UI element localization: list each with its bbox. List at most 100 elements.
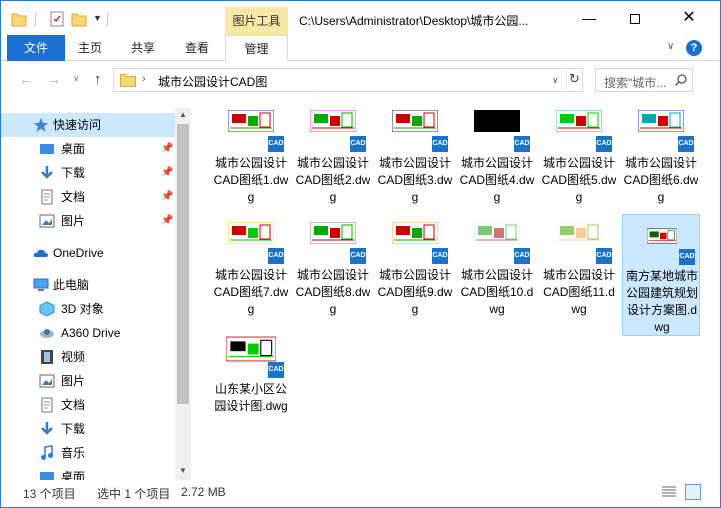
download-icon: [41, 422, 53, 435]
address-bar[interactable]: › 城市公园设计CAD图 ∨ ↻: [113, 68, 583, 92]
cad-badge-icon: CAD: [432, 248, 448, 264]
details-view-icon[interactable]: [661, 485, 677, 499]
file-item[interactable]: CAD 城市公园设计CAD图纸3.dwg: [376, 102, 454, 206]
scroll-down-icon[interactable]: ▼: [179, 466, 187, 475]
sidebar-item-desktop[interactable]: 桌面 📌: [1, 137, 175, 161]
cube-icon: [39, 301, 55, 317]
tab-file[interactable]: 文件: [7, 35, 65, 61]
sidebar-item-label: 此电脑: [53, 278, 90, 292]
recent-locations-icon[interactable]: ∨: [73, 73, 80, 84]
file-item[interactable]: CAD 南方某地城市公园建筑规划设计方案图.dwg: [622, 214, 700, 336]
breadcrumb[interactable]: 城市公园设计CAD图: [158, 73, 267, 90]
file-name: 城市公园设计CAD图纸9.dwg: [377, 268, 453, 316]
breadcrumb-chevron-icon[interactable]: ›: [142, 73, 146, 85]
large-icons-view-icon[interactable]: [685, 484, 701, 500]
sidebar-item-label: 图片: [61, 214, 86, 228]
sidebar-item-3d-objects[interactable]: 3D 对象: [1, 297, 175, 321]
file-thumbnail-icon: [638, 110, 684, 132]
file-name: 城市公园设计CAD图纸3.dwg: [377, 156, 453, 204]
sidebar-item-downloads[interactable]: 下载 📌: [1, 161, 175, 185]
minimize-button[interactable]: —: [566, 1, 612, 35]
file-item[interactable]: CAD 山东某小区公园设计图.dwg: [212, 328, 290, 432]
file-list: CAD 城市公园设计CAD图纸1.dwg CAD 城市公园设计CAD图纸2.dwg CA…: [192, 98, 720, 480]
search-icon[interactable]: [674, 73, 688, 87]
sidebar-item-label: 下载: [61, 422, 86, 436]
navigation-bar: ← → ∨ ↑ › 城市公园设计CAD图 ∨ ↻ 搜索"城市...: [1, 62, 720, 98]
file-item[interactable]: CAD 城市公园设计CAD图纸2.dwg: [294, 102, 372, 206]
sidebar-item-desktop-2[interactable]: 桌面: [1, 465, 175, 480]
star-icon: [34, 118, 48, 132]
address-dropdown-icon[interactable]: ∨: [552, 75, 559, 86]
file-item[interactable]: CAD 城市公园设计CAD图纸6.dwg: [622, 102, 700, 206]
properties-icon[interactable]: [49, 10, 65, 28]
up-icon[interactable]: ↑: [94, 71, 102, 88]
file-thumbnail-icon: [556, 222, 602, 244]
cad-badge-icon: CAD: [268, 248, 284, 264]
pin-icon[interactable]: 📌: [161, 185, 173, 209]
new-folder-icon[interactable]: [71, 10, 87, 28]
maximize-icon: [630, 13, 640, 24]
refresh-icon[interactable]: ↻: [566, 71, 582, 89]
help-icon[interactable]: ?: [686, 40, 702, 56]
scroll-up-icon[interactable]: ▲: [179, 110, 187, 119]
cad-badge-icon: CAD: [596, 248, 612, 264]
sidebar-item-this-pc[interactable]: 此电脑: [1, 273, 175, 297]
quick-access-dropdown-icon[interactable]: ▼: [93, 13, 102, 23]
file-name: 城市公园设计CAD图纸11.dwg: [542, 268, 615, 316]
file-item[interactable]: CAD 城市公园设计CAD图纸1.dwg: [212, 102, 290, 206]
tab-share[interactable]: 共享: [117, 35, 169, 61]
sidebar-scrollbar[interactable]: ▲ ▼: [175, 108, 191, 480]
pin-icon[interactable]: 📌: [161, 161, 173, 185]
sidebar-item-label: 文档: [61, 190, 86, 204]
file-thumbnail-icon: [647, 228, 677, 244]
file-item[interactable]: CAD 城市公园设计CAD图纸10.dwg: [458, 214, 536, 318]
tab-manage[interactable]: 管理: [225, 35, 288, 62]
file-item[interactable]: CAD 城市公园设计CAD图纸8.dwg: [294, 214, 372, 318]
sidebar-item-onedrive[interactable]: OneDrive: [1, 241, 175, 265]
document-icon: [41, 397, 53, 413]
sidebar-item-documents[interactable]: 文档 📌: [1, 185, 175, 209]
desktop-icon: [40, 144, 54, 154]
forward-icon[interactable]: →: [47, 71, 61, 87]
expand-ribbon-icon[interactable]: ∨: [667, 41, 674, 52]
sidebar-item-label: 视频: [61, 350, 86, 364]
sidebar-item-label: OneDrive: [53, 246, 104, 260]
file-item[interactable]: CAD 城市公园设计CAD图纸4.dwg: [458, 102, 536, 206]
maximize-button[interactable]: [612, 1, 658, 35]
sidebar-item-quick-access[interactable]: 快速访问: [1, 113, 175, 137]
file-item[interactable]: CAD 城市公园设计CAD图纸5.dwg: [540, 102, 618, 206]
sidebar-item-music[interactable]: 音乐: [1, 441, 175, 465]
file-item[interactable]: CAD 城市公园设计CAD图纸9.dwg: [376, 214, 454, 318]
sidebar-item-label: 音乐: [61, 446, 86, 460]
file-name: 城市公园设计CAD图纸10.dwg: [460, 268, 534, 316]
scrollbar-thumb[interactable]: [177, 124, 189, 404]
cad-badge-icon: CAD: [432, 136, 448, 152]
search-input[interactable]: 搜索"城市...: [595, 68, 693, 92]
file-thumbnail-icon: [228, 110, 274, 132]
sidebar-item-downloads-2[interactable]: 下载: [1, 417, 175, 441]
music-icon: [41, 445, 53, 460]
sidebar-item-videos[interactable]: 视频: [1, 345, 175, 369]
pin-icon[interactable]: 📌: [161, 209, 173, 233]
tab-view[interactable]: 查看: [169, 35, 225, 61]
file-thumbnail-icon: [310, 222, 356, 244]
file-name: 城市公园设计CAD图纸1.dwg: [213, 156, 289, 204]
tab-home[interactable]: 主页: [65, 35, 115, 61]
pin-icon[interactable]: 📌: [161, 137, 173, 161]
sidebar-item-pictures-2[interactable]: 图片: [1, 369, 175, 393]
file-thumbnail-icon: [226, 336, 276, 362]
close-button[interactable]: ✕: [658, 1, 720, 35]
folder-icon[interactable]: [11, 10, 27, 28]
file-thumbnail-icon: [392, 222, 438, 244]
cad-badge-icon: CAD: [350, 248, 366, 264]
sidebar-item-documents-2[interactable]: 文档: [1, 393, 175, 417]
status-bar: 13 个项目 选中 1 个项目 2.72 MB: [1, 480, 720, 507]
file-item[interactable]: CAD 城市公园设计CAD图纸7.dwg: [212, 214, 290, 318]
window-title: C:\Users\Administrator\Desktop\城市公园...: [299, 14, 529, 28]
file-item[interactable]: CAD 城市公园设计CAD图纸11.dwg: [540, 214, 618, 318]
separator: [35, 12, 36, 27]
sidebar-item-pictures[interactable]: 图片 📌: [1, 209, 175, 233]
back-icon[interactable]: ←: [19, 71, 33, 87]
sidebar-item-a360-drive[interactable]: A360 Drive: [1, 321, 175, 345]
computer-icon: [33, 278, 49, 291]
